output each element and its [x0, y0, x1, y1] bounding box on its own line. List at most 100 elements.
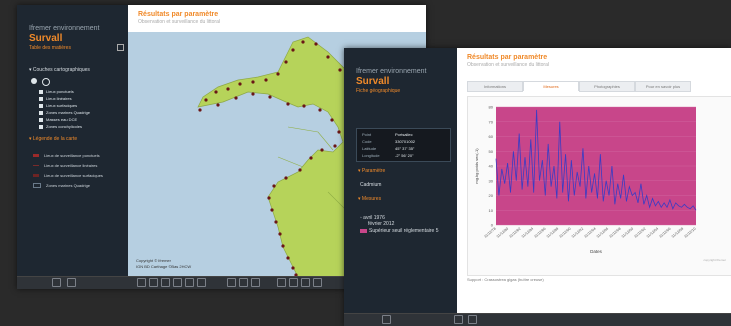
- legend-item: Lieux de surveillance ponctuels: [33, 153, 100, 158]
- info-value: 330701002: [395, 139, 416, 144]
- info-value: 45° 37' 35": [395, 146, 415, 151]
- toc-title: Table des matières: [29, 45, 71, 51]
- page-title: Résultats par paramètre: [138, 11, 219, 18]
- back-icon[interactable]: [454, 315, 463, 324]
- x-tick-label: 31/12/88: [546, 227, 559, 239]
- x-tick-label: 31/12/04: [646, 227, 659, 239]
- search-icon[interactable]: [239, 278, 248, 287]
- x-tick-label: 31/12/78: [483, 227, 496, 239]
- x-tick-label: 31/12/08: [671, 227, 684, 239]
- zoom-out-icon[interactable]: [149, 278, 158, 287]
- x-tick-label: 31/12/02: [633, 227, 646, 239]
- mesure-flag: Supérieur seuil réglementaire 5: [360, 228, 438, 234]
- pan-icon[interactable]: [161, 278, 170, 287]
- ifremer-logo: Ifremer environnement: [29, 25, 99, 32]
- x-tick-label: 31/12/80: [496, 227, 509, 239]
- info-value: -2° 56' 20": [395, 153, 414, 158]
- results-toolbar: [344, 313, 731, 326]
- mesure-to: février 2012: [368, 221, 395, 227]
- toggle-panel-icon[interactable]: [117, 44, 124, 51]
- legend-item: Lieux de surveillance surfaciques: [33, 173, 103, 178]
- app-brand: Survall: [29, 33, 63, 44]
- layer-label: Zones marines Quadrige: [46, 110, 91, 115]
- y-tick-label: 80: [489, 105, 494, 110]
- x-axis-label: Dates: [590, 249, 603, 254]
- y-tick-label: 60: [489, 134, 494, 139]
- info-label: Point: [362, 132, 372, 137]
- cursor-tool-icon[interactable]: [31, 78, 37, 84]
- legend-swatch: [33, 174, 39, 178]
- app-brand: Survall: [356, 76, 390, 87]
- x-tick-label: 31/12/84: [521, 227, 534, 239]
- flag-swatch: [360, 228, 367, 233]
- logo-text: Ifremer environnement: [356, 68, 427, 75]
- zoom-in-icon[interactable]: [137, 278, 146, 287]
- param-value: Cadmium: [360, 182, 382, 188]
- tab-photographies[interactable]: Photographies: [579, 81, 635, 92]
- mesure-flag-label: Supérieur seuil réglementaire: [369, 228, 435, 234]
- fiche-title: Fiche géographique: [356, 88, 401, 94]
- tab-savoir-plus[interactable]: Pour en savoir plus: [635, 81, 691, 92]
- layers-section-title: ▾ Couches cartographiques: [29, 67, 90, 73]
- print-icon[interactable]: [67, 278, 76, 287]
- y-tick-label: 70: [489, 119, 494, 124]
- layer-label: Lieux ponctuels: [46, 89, 74, 94]
- legend-label: Zones marines Quadrige: [46, 183, 91, 188]
- tab-informations[interactable]: Informations: [467, 81, 523, 92]
- info-label: Code: [362, 139, 372, 144]
- chart-copyright: copyright Ifremer: [703, 258, 726, 262]
- layer-item[interactable]: Lieux ponctuels: [39, 89, 74, 94]
- select-icon[interactable]: [197, 278, 206, 287]
- layer-item[interactable]: Lieux surfaciques: [39, 103, 77, 108]
- layers-title: Couches cartographiques: [32, 67, 90, 73]
- layers-icon[interactable]: [52, 278, 61, 287]
- share-icon[interactable]: [301, 278, 310, 287]
- info-icon[interactable]: [227, 278, 236, 287]
- print-icon[interactable]: [468, 315, 477, 324]
- results-window: Ifremer environnement Survall Fiche géog…: [344, 48, 731, 326]
- legend-item: Zones marines Quadrige: [33, 183, 91, 189]
- y-axis-label: mg.kg poids sec(-1): [474, 148, 479, 184]
- x-tick-label: 31/12/82: [508, 227, 521, 239]
- sidebar: Ifremer environnement Survall Fiche géog…: [344, 48, 457, 314]
- x-tick-label: 31/12/98: [608, 227, 621, 239]
- layer-label: Lieux surfaciques: [46, 103, 78, 108]
- layer-label: Masses eau DCE: [46, 117, 78, 122]
- layer-item[interactable]: Lieux linéaires: [39, 96, 72, 101]
- legend-swatch: [33, 183, 41, 189]
- point-info-box: Point Portsallec Code 330701002 Latitude…: [356, 128, 451, 162]
- x-tick-label: 31/12/00: [621, 227, 634, 239]
- x-tick-label: 31/12/86: [533, 227, 546, 239]
- sidebar: Ifremer environnement Survall Table des …: [17, 5, 128, 277]
- layer-item[interactable]: Zones conchylicoles: [39, 124, 82, 129]
- layers-icon[interactable]: [382, 315, 391, 324]
- x-tick-label: 31/12/90: [558, 227, 571, 239]
- layer-item[interactable]: Masses eau DCE: [39, 117, 77, 122]
- mesures-section-title[interactable]: ▾ Mesures: [358, 196, 381, 202]
- y-tick-label: 30: [489, 178, 494, 183]
- layer-item[interactable]: Zones marines Quadrige: [39, 110, 90, 115]
- save-icon[interactable]: [289, 278, 298, 287]
- page-subtitle: Observation et surveillance du littoral: [467, 62, 549, 68]
- legend-swatch: [33, 165, 39, 167]
- x-tick-label: 31/12/10: [683, 227, 696, 239]
- line-chart: 0102030405060708031/12/78 31/12/80 31/12/8…: [474, 105, 726, 263]
- map-copyright: Copyright © Ifremer: [136, 258, 172, 263]
- param-title: Paramètre: [361, 168, 386, 174]
- measure-icon[interactable]: [185, 278, 194, 287]
- eye-icon[interactable]: [42, 78, 50, 86]
- legend-title: Légende de la carte: [32, 136, 78, 142]
- x-tick-label: 31/12/96: [596, 227, 609, 239]
- x-tick-label: 31/12/94: [583, 227, 596, 239]
- info-value: Portsallec: [395, 132, 413, 137]
- mesures-title: Mesures: [361, 196, 382, 202]
- help-icon[interactable]: [313, 278, 322, 287]
- full-extent-icon[interactable]: [173, 278, 182, 287]
- tab-mesures[interactable]: Mesures: [523, 81, 579, 91]
- map-credit: IGN BD Carthage ©Bas 2HCW: [136, 264, 191, 269]
- param-section-title[interactable]: ▾ Paramètre: [358, 168, 385, 174]
- x-tick-label: 31/12/92: [571, 227, 584, 239]
- layer-label: Lieux linéaires: [46, 96, 72, 101]
- export-icon[interactable]: [277, 278, 286, 287]
- locate-icon[interactable]: [251, 278, 260, 287]
